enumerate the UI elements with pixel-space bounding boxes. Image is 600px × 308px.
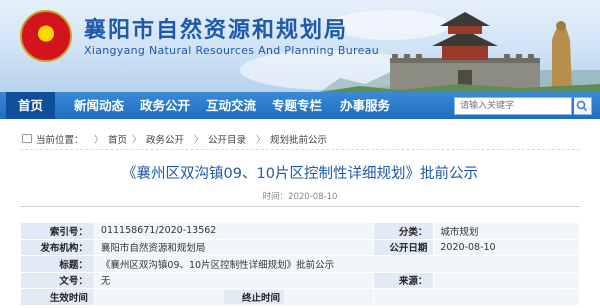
source-value xyxy=(433,271,580,289)
title-label: 标题： xyxy=(20,255,95,273)
location-icon xyxy=(22,134,32,143)
breadcrumb-home[interactable]: 首页 xyxy=(108,132,127,146)
header-banner: ★ 襄阳市自然资源和规划局 Xiangyang Natural Resource… xyxy=(0,0,600,92)
document-number-value: 无 xyxy=(93,271,375,289)
title-value: 《襄州区双沟镇09、10片区控制性详细规划》批前公示 xyxy=(93,255,581,273)
breadcrumb-separator: 〉 xyxy=(256,135,266,146)
publisher-label: 发布机构： xyxy=(20,238,95,256)
breadcrumb-current[interactable]: 规划批前公示 xyxy=(270,132,327,146)
effective-date-value: 终止时间 xyxy=(93,288,375,306)
search-button[interactable] xyxy=(574,97,592,115)
breadcrumb-prefix: 当前位置： xyxy=(36,135,84,146)
category-value: 城市规划 xyxy=(433,222,580,240)
search-input[interactable] xyxy=(454,97,572,115)
search-icon xyxy=(576,100,588,112)
nav-news[interactable]: 新闻动态 xyxy=(74,92,124,119)
main-navigation: 首页 新闻动态 政务公开 互动交流 专题专栏 办事服务 xyxy=(0,92,600,119)
source-label: 来源： xyxy=(373,271,435,289)
publisher-value: 襄阳市自然资源和规划局 xyxy=(93,238,375,256)
city-landmark-illustration xyxy=(320,12,600,92)
table-row: 索引号： 011158671/2020-13562 分类： 城市规划 xyxy=(20,222,580,240)
site-title[interactable]: 襄阳市自然资源和规划局 xyxy=(84,12,348,44)
index-label: 索引号： xyxy=(20,222,95,240)
nav-interaction[interactable]: 互动交流 xyxy=(206,92,256,119)
category-label: 分类： xyxy=(373,222,435,240)
article-title: 《襄州区双沟镇09、10片区控制性详细规划》批前公示 xyxy=(122,166,478,182)
table-row: 生效时间 终止时间 xyxy=(20,288,580,306)
table-row: 文号： 无 来源： xyxy=(20,271,580,289)
publish-date-label: 公开日期 xyxy=(373,238,435,256)
nav-special-topics[interactable]: 专题专栏 xyxy=(272,92,322,119)
document-info-table: 索引号： 011158671/2020-13562 分类： 城市规划 发布机构：… xyxy=(20,222,581,306)
nav-government-affairs[interactable]: 政务公开 xyxy=(140,92,190,119)
breadcrumb-separator: 〉 xyxy=(194,135,204,146)
end-date-label: 终止时间 xyxy=(223,289,284,304)
article-date: 时间：2020-08-10 xyxy=(262,192,338,202)
table-row: 标题： 《襄州区双沟镇09、10片区控制性详细规划》批前公示 xyxy=(20,255,581,273)
breadcrumb: 当前位置： 〉 首页 〉 政务公开 〉 公开目录 〉 规划批前公示 xyxy=(20,128,580,150)
index-value: 011158671/2020-13562 xyxy=(93,222,375,240)
nav-services[interactable]: 办事服务 xyxy=(340,92,390,119)
breadcrumb-separator: 〉 xyxy=(94,135,104,146)
document-number-label: 文号： xyxy=(20,271,95,289)
publish-date-value: 2020-08-10 xyxy=(433,238,580,256)
breadcrumb-government-affairs[interactable]: 政务公开 xyxy=(146,132,184,146)
breadcrumb-catalog[interactable]: 公开目录 xyxy=(208,132,246,146)
table-row: 发布机构： 襄阳市自然资源和规划局 公开日期 2020-08-10 xyxy=(20,238,580,256)
breadcrumb-separator: 〉 xyxy=(132,135,142,146)
end-date-value xyxy=(373,288,580,306)
national-emblem-icon: ★ xyxy=(20,10,72,62)
nav-home[interactable]: 首页 xyxy=(6,92,56,119)
effective-date-label: 生效时间 xyxy=(20,288,95,306)
divider xyxy=(20,206,580,207)
